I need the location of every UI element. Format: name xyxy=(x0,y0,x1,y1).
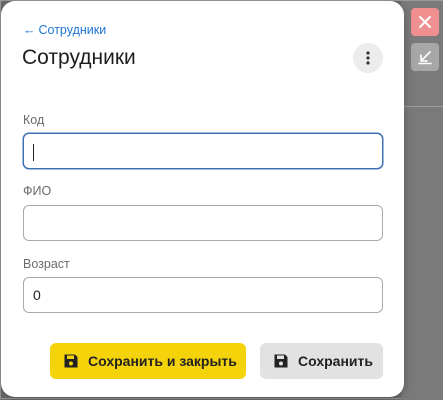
backdrop-divider xyxy=(401,106,443,107)
employee-dialog: ← Сотрудники Сотрудники Код ФИО Возраст … xyxy=(1,1,404,397)
arrow-left-icon: ← xyxy=(23,23,36,37)
minimize-button[interactable] xyxy=(411,43,439,71)
floppy-disk-icon xyxy=(274,354,288,368)
save-and-close-button[interactable]: Сохранить и закрыть xyxy=(50,343,246,379)
code-field[interactable] xyxy=(23,133,383,169)
close-icon xyxy=(419,16,431,28)
code-field-label: Код xyxy=(23,113,45,127)
save-label: Сохранить xyxy=(298,353,373,369)
save-and-close-label: Сохранить и закрыть xyxy=(88,353,237,369)
close-button[interactable] xyxy=(411,8,439,36)
save-button[interactable]: Сохранить xyxy=(260,343,383,379)
fio-field-label: ФИО xyxy=(23,184,52,198)
floppy-disk-icon xyxy=(64,354,78,368)
breadcrumb-label: Сотрудники xyxy=(38,23,107,37)
age-field-label: Возраст xyxy=(23,257,70,271)
minimize-arrow-icon xyxy=(418,51,432,65)
age-field[interactable] xyxy=(23,277,383,313)
page-title: Сотрудники xyxy=(22,46,136,69)
breadcrumb[interactable]: ← Сотрудники xyxy=(23,23,106,37)
fio-field[interactable] xyxy=(23,205,383,241)
more-options-button[interactable] xyxy=(353,43,383,73)
more-vertical-icon xyxy=(366,51,370,65)
text-caret xyxy=(33,144,34,161)
